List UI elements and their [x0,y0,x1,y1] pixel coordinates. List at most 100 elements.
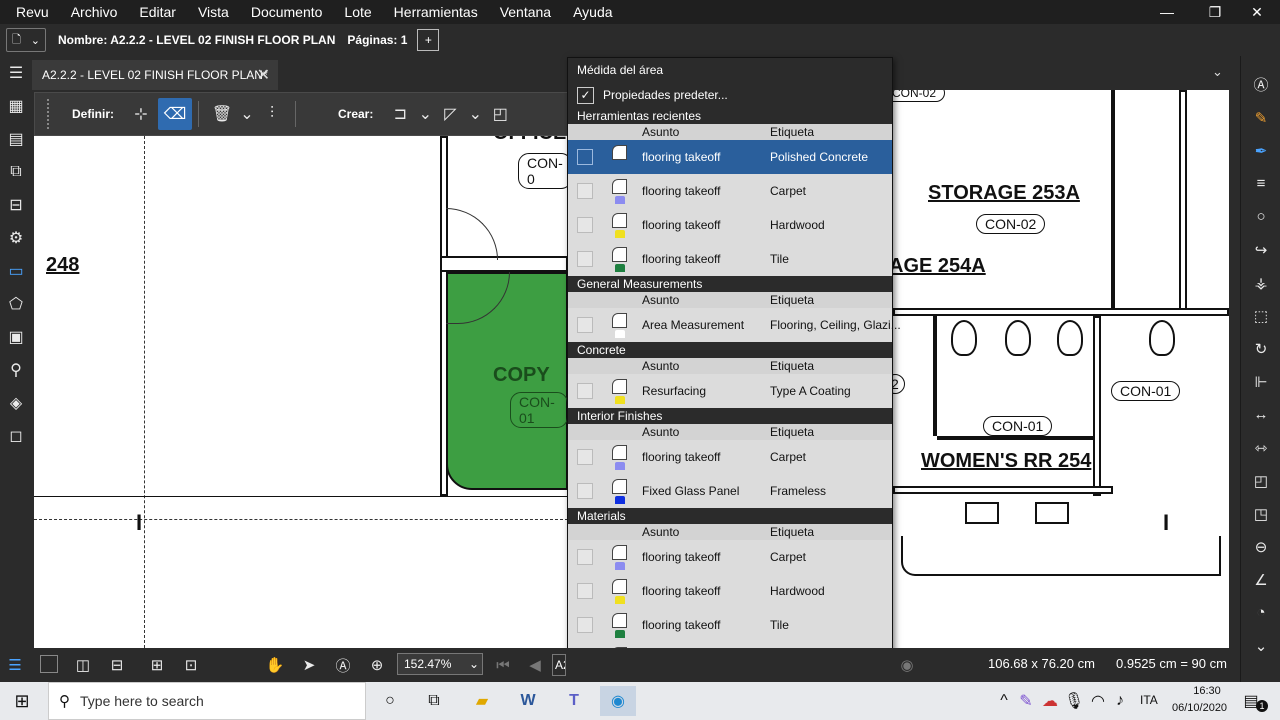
microphone-icon[interactable]: 🎙 [1064,686,1084,716]
polylength-icon[interactable]: ⇿ [1241,431,1280,464]
row-checkbox[interactable] [577,149,593,165]
toolbox-icon[interactable]: ⊟ [0,188,32,221]
row-checkbox[interactable] [577,217,593,233]
column-label[interactable]: Etiqueta [770,358,814,374]
restore-button[interactable]: ❐ [1192,0,1238,24]
pan-hand-icon[interactable]: ✋ [264,655,286,675]
column-subject[interactable]: Asunto [642,292,679,308]
first-page-icon[interactable]: ⏮ [492,655,514,675]
language-indicator[interactable]: ITA [1140,693,1158,707]
document-menu-button[interactable]: 🗋 ⌄ [6,28,46,52]
taskbar-search-box[interactable]: ⚲ Type here to search [48,682,366,720]
menu-archivo[interactable]: Archivo [60,0,129,24]
sync-icon[interactable]: ⊞ [146,655,168,675]
create-polygon-button[interactable]: ◸ [433,98,467,130]
eraser-tool-button[interactable]: ⌫ [158,98,192,130]
page-number-field[interactable]: A2 [552,654,566,676]
cloud-tray-icon[interactable]: ☁ [1040,686,1060,716]
bluebeam-revu-icon[interactable]: ◉ [600,686,636,716]
row-checkbox[interactable] [577,317,593,333]
windows-start-icon[interactable]: ⊞ [4,686,40,716]
file-access-icon[interactable]: ⧉ [0,155,32,188]
column-label[interactable]: Etiqueta [770,524,814,540]
column-label[interactable]: Etiqueta [770,124,814,140]
menu-documento[interactable]: Documento [240,0,334,24]
tab-list-chevron-icon[interactable]: ⌄ [1212,64,1223,80]
settings-icon[interactable]: ⚙ [0,221,32,254]
close-button[interactable]: ✕ [1234,0,1280,24]
menu-revu[interactable]: Revu [0,0,60,24]
area-measure-item[interactable]: Médida del área [568,58,892,82]
highlighter-icon[interactable]: ✎ [1241,101,1280,134]
compare-icon[interactable]: ⊡ [180,655,202,675]
rotate-icon[interactable]: ↻ [1241,332,1280,365]
tag-icon[interactable]: ⬠ [0,287,32,320]
task-view-icon[interactable]: ⧉ [416,686,452,716]
tool-row[interactable]: Area Measurement Flooring, Ceiling, Glazi… [568,308,901,342]
tool-row[interactable]: Fixed Glass Panel Frameless [568,474,892,508]
create-polygon-chevron-icon[interactable]: ⌄ [467,98,483,130]
tool-row[interactable]: Resurfacing Type A Coating [568,374,892,408]
zoom-icon[interactable]: ⊕ [366,655,388,675]
row-checkbox[interactable] [577,183,593,199]
select-arrow-icon[interactable]: ➤ [298,655,320,675]
crop-icon[interactable]: ⬚ [1241,299,1280,332]
column-label[interactable]: Etiqueta [770,292,814,308]
clock-date[interactable]: 06/10/2020 [1172,702,1227,714]
menu-editar[interactable]: Editar [128,0,187,24]
area-measure-icon[interactable]: ◰ [1241,464,1280,497]
chat-icon[interactable]: ◻ [0,419,32,452]
zoom-level-field[interactable]: 152.47% ⌄ [397,653,483,675]
perimeter-icon[interactable]: ◳ [1241,497,1280,530]
text-box-icon[interactable]: Ⓐ [1241,68,1280,101]
column-subject[interactable]: Asunto [642,124,679,140]
tool-row[interactable]: flooring takeoff Carpet [568,440,892,474]
tool-row[interactable]: flooring takeoff Hardwood [568,208,892,242]
column-subject[interactable]: Asunto [642,524,679,540]
tool-row[interactable]: flooring takeoff Carpet [568,540,892,574]
default-properties-item[interactable]: ✓ Propiedades predeter... [568,82,892,108]
drawing-canvas-right[interactable]: CON-02 STORAGE 253A CON-02 AGE 254A 2 CO… [893,90,1229,648]
record-icon[interactable]: ◉ [896,655,918,675]
menu-lote[interactable]: Lote [333,0,382,24]
clock-time[interactable]: 16:30 [1184,685,1230,697]
row-checkbox[interactable] [577,449,593,465]
column-subject[interactable]: Asunto [642,358,679,374]
word-icon[interactable]: W [510,686,546,716]
tool-row[interactable]: flooring takeoff Tile [568,242,892,276]
adjust-settings-button[interactable]: ⫶ [255,98,289,130]
row-checkbox[interactable] [577,383,593,399]
row-checkbox[interactable] [577,583,593,599]
stamp-icon[interactable]: ⚶ [1241,266,1280,299]
single-page-icon[interactable] [40,655,58,673]
stamp-icon[interactable]: ▣ [0,320,32,353]
radius-icon[interactable]: ◔ [1241,596,1280,629]
delete-chevron-icon[interactable]: ⌄ [239,98,255,130]
tab-floor-plan[interactable]: A2.2.2 - LEVEL 02 FINISH FLOOR PLAN* ✕ [32,60,278,90]
arrow-icon[interactable]: ↪ [1241,233,1280,266]
previous-page-icon[interactable]: ◀ [524,655,546,675]
tool-row[interactable]: flooring takeoff Hardwood [568,574,892,608]
tray-chevron-icon[interactable]: ^ [994,686,1014,716]
pen-tray-icon[interactable]: ✎ [1016,686,1036,716]
minimize-button[interactable]: — [1144,0,1190,24]
menu-herramientas[interactable]: Herramientas [383,0,489,24]
delete-button[interactable]: 🗑 [205,98,239,130]
more-tools-chevron-icon[interactable]: ⌄ [1241,629,1280,662]
tool-row[interactable]: flooring takeoff Carpet [568,174,892,208]
wifi-icon[interactable]: ◠ [1088,686,1108,716]
thumbnails-icon[interactable]: ☰ [0,56,32,89]
volume-icon[interactable]: ♪ [1110,686,1130,716]
callout-icon[interactable]: ≡ [1241,167,1280,200]
measurements-icon[interactable]: ▭ [0,254,32,287]
file-explorer-icon[interactable]: ▰ [464,686,500,716]
checkmark-icon[interactable]: ✓ [577,86,594,104]
menu-vista[interactable]: Vista [187,0,240,24]
row-checkbox[interactable] [577,251,593,267]
menu-ayuda[interactable]: Ayuda [562,0,623,24]
count-icon[interactable]: ⊖ [1241,530,1280,563]
select-text-icon[interactable]: Ⓐ [332,655,354,675]
tool-row[interactable]: flooring takeoff Tile [568,608,892,642]
drawing-canvas-left[interactable]: 248 OFFICE CON-0 COPY CON-01 I [34,136,568,648]
search-icon[interactable]: ⚲ [0,353,32,386]
